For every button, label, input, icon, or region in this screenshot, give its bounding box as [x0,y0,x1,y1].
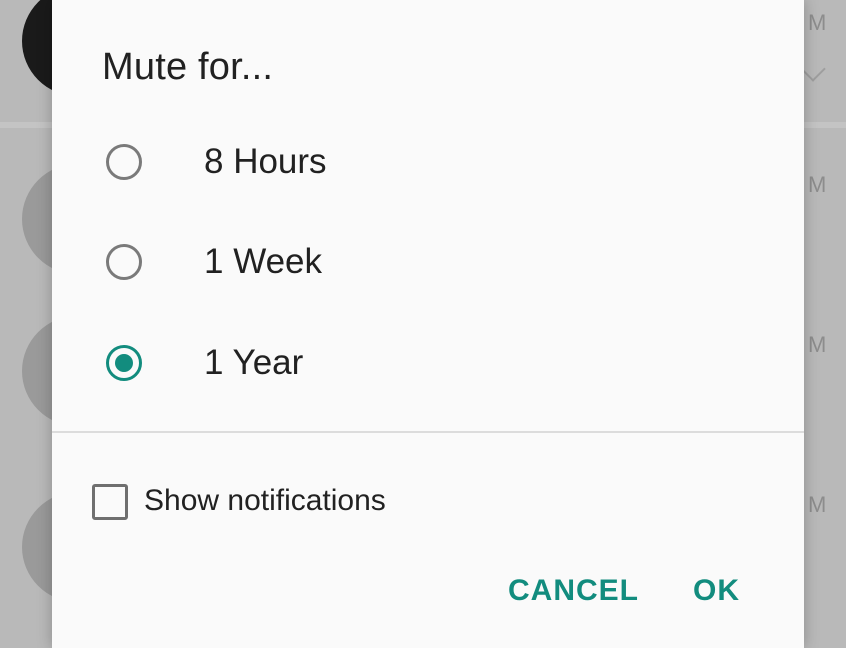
show-notifications-label: Show notifications [144,484,386,517]
option-1-week[interactable]: 1 Week [52,220,804,310]
option-1-year[interactable]: 1 Year [52,321,804,411]
checkbox-icon[interactable] [92,484,128,520]
show-notifications-row[interactable]: Show notifications [90,478,490,526]
chat-time: M [808,492,828,517]
radio-unchecked-icon[interactable] [106,144,142,180]
option-label: 1 Week [204,242,323,281]
mute-dialog: Mute for... 8 Hours 1 Week 1 Year Show n… [52,0,804,648]
separator [52,431,804,433]
option-label: 1 Year [204,343,304,382]
radio-dot [115,354,133,372]
option-8-hours[interactable]: 8 Hours [52,120,804,210]
screen: M M M M Mute for... 8 Hours 1 Week 1 Yea… [0,0,846,648]
chat-time: M [808,10,828,35]
option-label: 8 Hours [204,142,327,181]
radio-checked-icon[interactable] [106,345,142,381]
ok-button[interactable]: OK [693,574,740,608]
muted-icon [800,56,826,82]
chat-time: M [808,332,828,357]
dialog-title: Mute for... [102,46,274,88]
cancel-button[interactable]: CANCEL [508,574,639,608]
chat-time: M [808,172,828,197]
radio-unchecked-icon[interactable] [106,244,142,280]
